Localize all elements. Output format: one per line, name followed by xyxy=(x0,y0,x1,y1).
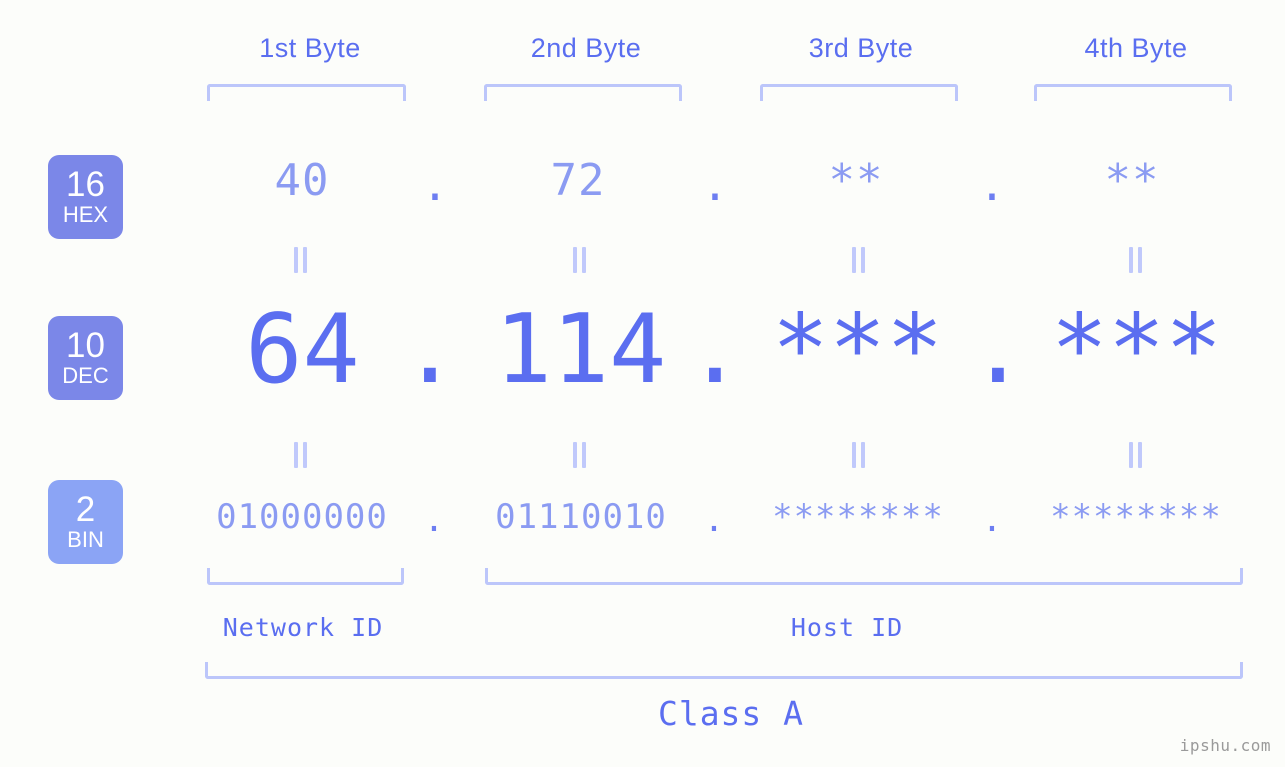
byte-header-3: 3rd Byte xyxy=(808,33,914,63)
dec-separator-1: . xyxy=(401,295,459,405)
ip-address-breakdown-diagram: 1st Byte 2nd Byte 3rd Byte 4th Byte 16 H… xyxy=(0,0,1285,767)
hex-byte-4: ** xyxy=(1104,155,1160,206)
host-id-bracket xyxy=(485,568,1243,585)
bin-byte-4: ******** xyxy=(1050,497,1222,537)
byte-header-4: 4th Byte xyxy=(1084,33,1188,63)
byte-bracket-1 xyxy=(207,84,406,101)
radix-badge-bin-base: 2 xyxy=(75,490,96,529)
radix-badge-dec: 10 DEC xyxy=(48,316,123,400)
bin-byte-1: 01000000 xyxy=(216,497,388,537)
radix-badge-dec-name: DEC xyxy=(62,363,109,388)
equals-connector-hex-dec-1 xyxy=(291,247,311,273)
dec-byte-1: 64 xyxy=(245,295,360,405)
hex-byte-3: ** xyxy=(828,155,884,206)
watermark: ipshu.com xyxy=(1179,736,1271,755)
equals-connector-dec-bin-3 xyxy=(849,442,869,468)
network-id-bracket xyxy=(207,568,404,585)
network-id-label: Network ID xyxy=(222,613,384,642)
dec-byte-4: *** xyxy=(1050,295,1223,405)
radix-badge-hex-base: 16 xyxy=(66,165,105,204)
bin-separator-2: . xyxy=(703,500,725,540)
equals-connector-hex-dec-2 xyxy=(570,247,590,273)
hex-separator-2: . xyxy=(701,160,729,211)
equals-connector-dec-bin-2 xyxy=(570,442,590,468)
equals-connector-hex-dec-3 xyxy=(849,247,869,273)
dec-byte-2: 114 xyxy=(494,295,667,405)
equals-connector-hex-dec-4 xyxy=(1126,247,1146,273)
bin-byte-2: 01110010 xyxy=(495,497,667,537)
equals-connector-dec-bin-1 xyxy=(291,442,311,468)
hex-separator-3: . xyxy=(978,160,1006,211)
radix-badge-hex: 16 HEX xyxy=(48,155,123,239)
byte-bracket-2 xyxy=(484,84,682,101)
byte-bracket-4 xyxy=(1034,84,1232,101)
class-bracket xyxy=(205,662,1243,679)
radix-badge-dec-base: 10 xyxy=(66,326,105,365)
host-id-label: Host ID xyxy=(790,613,904,642)
radix-badge-bin: 2 BIN xyxy=(48,480,123,564)
byte-bracket-3 xyxy=(760,84,958,101)
radix-badge-hex-name: HEX xyxy=(62,202,109,227)
dec-byte-3: *** xyxy=(771,295,944,405)
bin-separator-3: . xyxy=(981,500,1003,540)
radix-badge-bin-name: BIN xyxy=(67,527,104,552)
class-label: Class A xyxy=(657,694,805,733)
hex-byte-1: 40 xyxy=(274,155,330,206)
byte-header-2: 2nd Byte xyxy=(530,33,642,63)
hex-byte-2: 72 xyxy=(550,155,606,206)
hex-separator-1: . xyxy=(421,160,449,211)
bin-separator-1: . xyxy=(423,500,445,540)
byte-header-1: 1st Byte xyxy=(259,33,361,63)
equals-connector-dec-bin-4 xyxy=(1126,442,1146,468)
bin-byte-3: ******** xyxy=(772,497,944,537)
